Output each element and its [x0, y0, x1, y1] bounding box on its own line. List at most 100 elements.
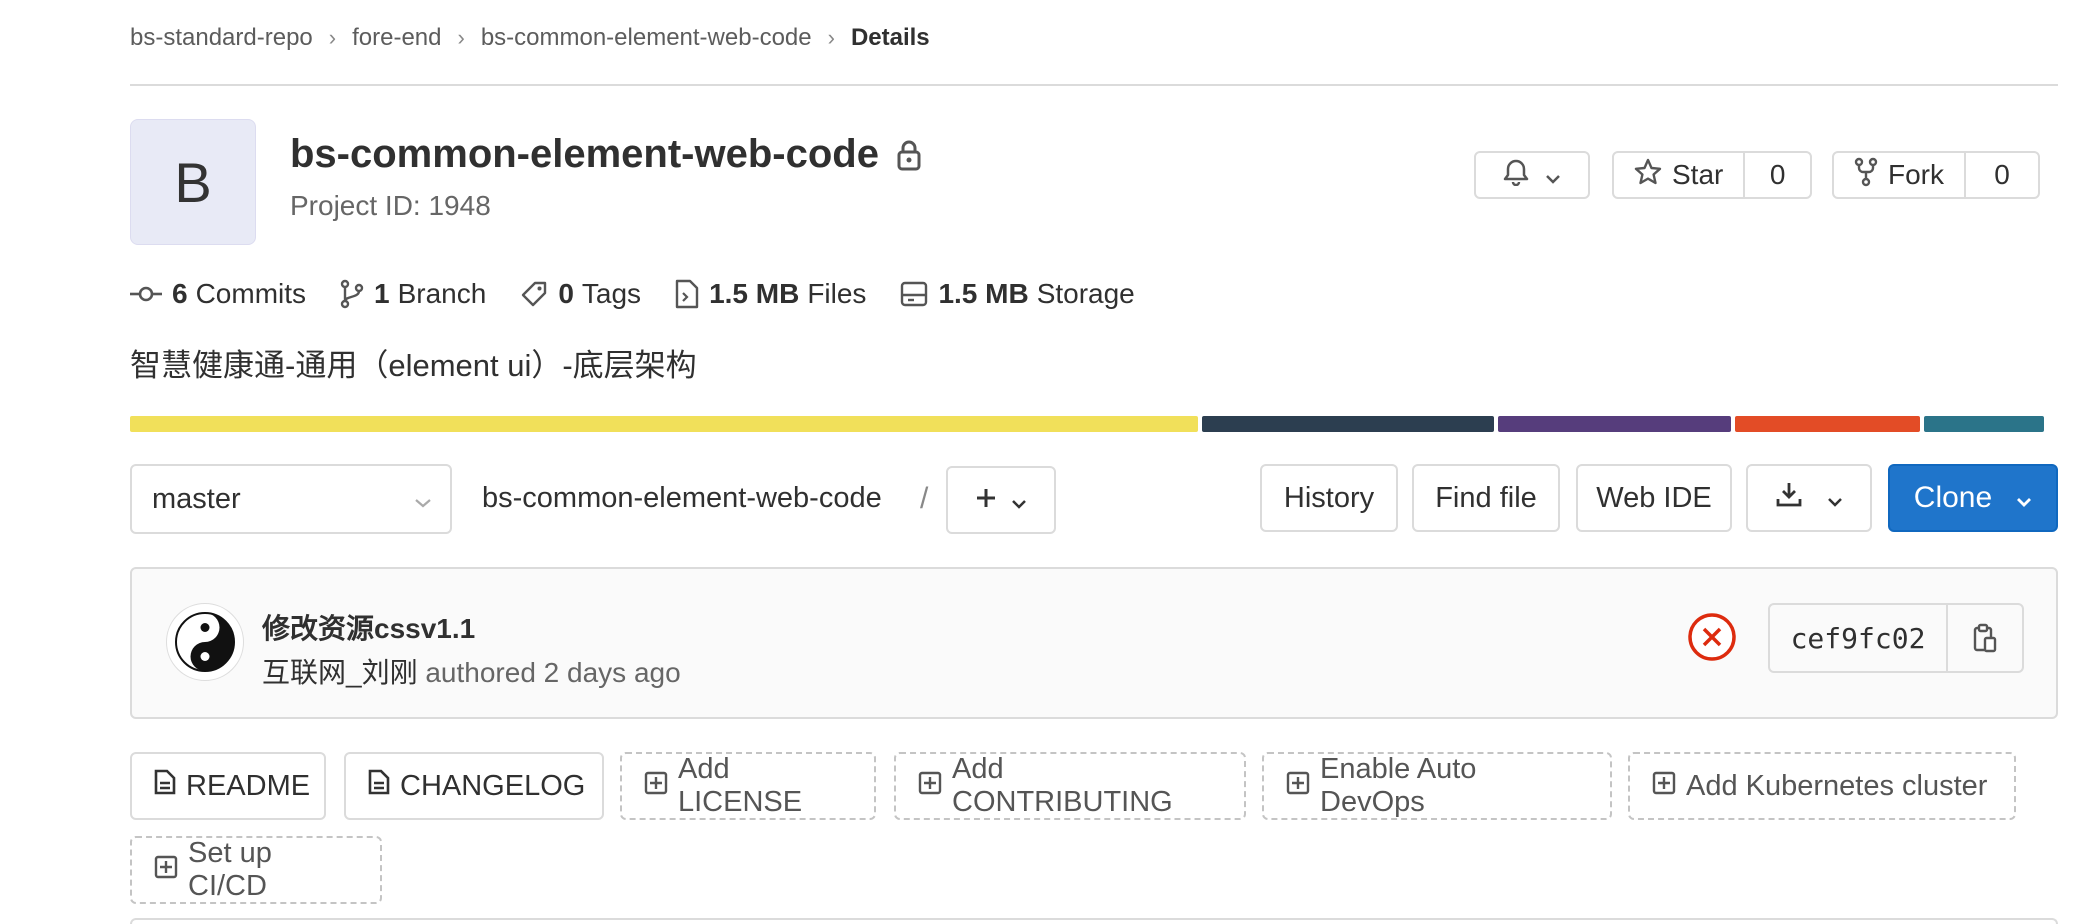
find-file-button[interactable]: Find file — [1412, 464, 1560, 532]
project-avatar[interactable]: B — [130, 119, 256, 245]
project-description: 智慧健康通-通用（element ui）-底层架构 — [130, 348, 697, 383]
plus-icon — [975, 484, 997, 516]
branch-icon — [340, 279, 364, 309]
tags-count: 0 — [558, 278, 574, 309]
language-segment[interactable] — [1923, 416, 2044, 432]
add-license-label: Add LICENSE — [678, 753, 803, 818]
clone-label: Clone — [1913, 481, 1993, 514]
chevron-right-icon: › — [328, 25, 337, 50]
add-license-button[interactable]: Add LICENSE — [620, 752, 876, 820]
path-separator: / — [920, 482, 929, 515]
project-title: bs-common-element-web-code — [290, 132, 921, 177]
commits-stat[interactable]: 6 Commits — [130, 278, 306, 310]
yin-yang-icon — [175, 612, 235, 672]
commit-sha[interactable]: cef9fc02 — [1770, 605, 1948, 671]
set-up-ci-cd-label: Set up CI/CD — [188, 837, 272, 902]
commit-time: authored 2 days ago — [425, 657, 681, 688]
add-contributing-label: Add CONTRIBUTING — [952, 753, 1173, 818]
breadcrumb-item-current[interactable]: Details — [851, 24, 930, 52]
commit-sha-group: cef9fc02 — [1768, 603, 2024, 673]
chevron-right-icon: › — [457, 25, 465, 50]
chevron-down-icon — [2016, 481, 2032, 515]
branch-selector[interactable]: master — [130, 464, 452, 534]
notification-dropdown-button[interactable] — [1474, 151, 1590, 199]
lock-icon — [897, 139, 921, 171]
set-up-ci-cd-button[interactable]: Set up CI/CD — [130, 836, 382, 904]
star-button-group: Star 0 — [1612, 151, 1812, 199]
language-segment[interactable] — [130, 416, 1199, 432]
branch-label: Branch — [397, 278, 487, 309]
chevron-down-icon — [1545, 159, 1561, 191]
commit-icon — [130, 286, 162, 302]
history-button[interactable]: History — [1260, 464, 1398, 532]
last-commit: 修改资源cssv1.1 互联网_刘刚 authored 2 days ago c… — [130, 567, 2058, 719]
add-kubernetes-cluster-label: Add Kubernetes cluster — [1686, 769, 1988, 802]
star-count[interactable]: 0 — [1745, 159, 1810, 191]
branch-selector-value: master — [152, 482, 241, 515]
bell-icon — [1503, 158, 1529, 193]
file-tree-panel-edge — [130, 918, 2058, 924]
project-stats: 6 Commits 1 Branch 0 Tags 1.5 MB Files 1… — [130, 278, 1169, 310]
star-button[interactable]: Star — [1614, 153, 1746, 197]
clone-dropdown-button[interactable]: Clone — [1888, 464, 2058, 532]
chevron-down-icon — [414, 483, 432, 516]
storage-stat: 1.5 MB Storage — [900, 278, 1135, 310]
pipeline-failed-icon[interactable] — [1686, 611, 1738, 668]
readme-label: README — [186, 769, 311, 802]
chevron-down-icon — [1011, 484, 1027, 516]
plus-square-icon — [918, 770, 942, 803]
chevron-right-icon: › — [827, 25, 835, 50]
commit-title[interactable]: 修改资源cssv1.1 — [262, 607, 475, 647]
repository-language-bar — [130, 416, 2044, 432]
fork-icon — [1854, 157, 1878, 194]
tags-label: Tags — [581, 278, 642, 309]
commits-label: Commits — [195, 278, 307, 309]
add-kubernetes-cluster-button[interactable]: Add Kubernetes cluster — [1628, 752, 2016, 820]
branch-stat[interactable]: 1 Branch — [340, 278, 486, 310]
breadcrumb-item-group[interactable]: bs-standard-repo — [130, 24, 313, 52]
language-segment[interactable] — [1498, 416, 1731, 432]
files-label: Files — [807, 278, 867, 309]
project-id: Project ID: 1948 — [290, 190, 491, 221]
changelog-label: CHANGELOG — [400, 769, 586, 802]
file-icon — [154, 769, 176, 803]
breadcrumb-item-project[interactable]: bs-common-element-web-code — [481, 24, 812, 52]
avatar[interactable] — [166, 603, 244, 681]
repository-path[interactable]: bs-common-element-web-code — [482, 482, 882, 515]
language-segment[interactable] — [1734, 416, 1920, 432]
files-stat[interactable]: 1.5 MB Files — [675, 278, 866, 310]
commit-author[interactable]: 互联网_刘刚 — [262, 657, 418, 688]
copy-sha-button[interactable] — [1948, 605, 2022, 671]
download-icon — [1775, 480, 1803, 516]
add-to-tree-dropdown-button[interactable] — [946, 466, 1056, 534]
download-dropdown-button[interactable] — [1746, 464, 1872, 532]
add-contributing-button[interactable]: Add CONTRIBUTING — [894, 752, 1246, 820]
web-ide-button[interactable]: Web IDE — [1576, 464, 1732, 532]
files-size: 1.5 MB — [709, 278, 800, 309]
commit-meta: 互联网_刘刚 authored 2 days ago — [262, 651, 681, 691]
breadcrumb: bs-standard-repo › fore-end › bs-common-… — [130, 24, 930, 52]
tags-stat[interactable]: 0 Tags — [520, 278, 641, 310]
project-name: bs-common-element-web-code — [290, 132, 879, 176]
file-icon — [368, 769, 390, 803]
language-segment[interactable] — [1202, 416, 1495, 432]
fork-button-group: Fork 0 — [1832, 151, 2040, 199]
project-avatar-letter: B — [174, 150, 212, 214]
storage-icon — [901, 281, 928, 307]
fork-count[interactable]: 0 — [1966, 159, 2038, 191]
star-label: Star — [1672, 159, 1724, 190]
enable-auto-devops-button[interactable]: Enable Auto DevOps — [1262, 752, 1612, 820]
storage-size: 1.5 MB — [938, 278, 1029, 309]
changelog-button[interactable]: CHANGELOG — [344, 752, 604, 820]
fork-button[interactable]: Fork — [1834, 153, 1966, 197]
chevron-down-icon — [1827, 482, 1843, 515]
clipboard-icon — [1973, 623, 1997, 653]
commits-count: 6 — [172, 278, 188, 309]
tag-icon — [522, 281, 547, 307]
readme-button[interactable]: README — [130, 752, 326, 820]
breadcrumb-item-subgroup[interactable]: fore-end — [352, 24, 441, 52]
plus-square-icon — [644, 770, 668, 803]
breadcrumb-divider — [130, 84, 2058, 86]
plus-square-icon — [1652, 770, 1676, 803]
fork-label: Fork — [1888, 159, 1944, 190]
